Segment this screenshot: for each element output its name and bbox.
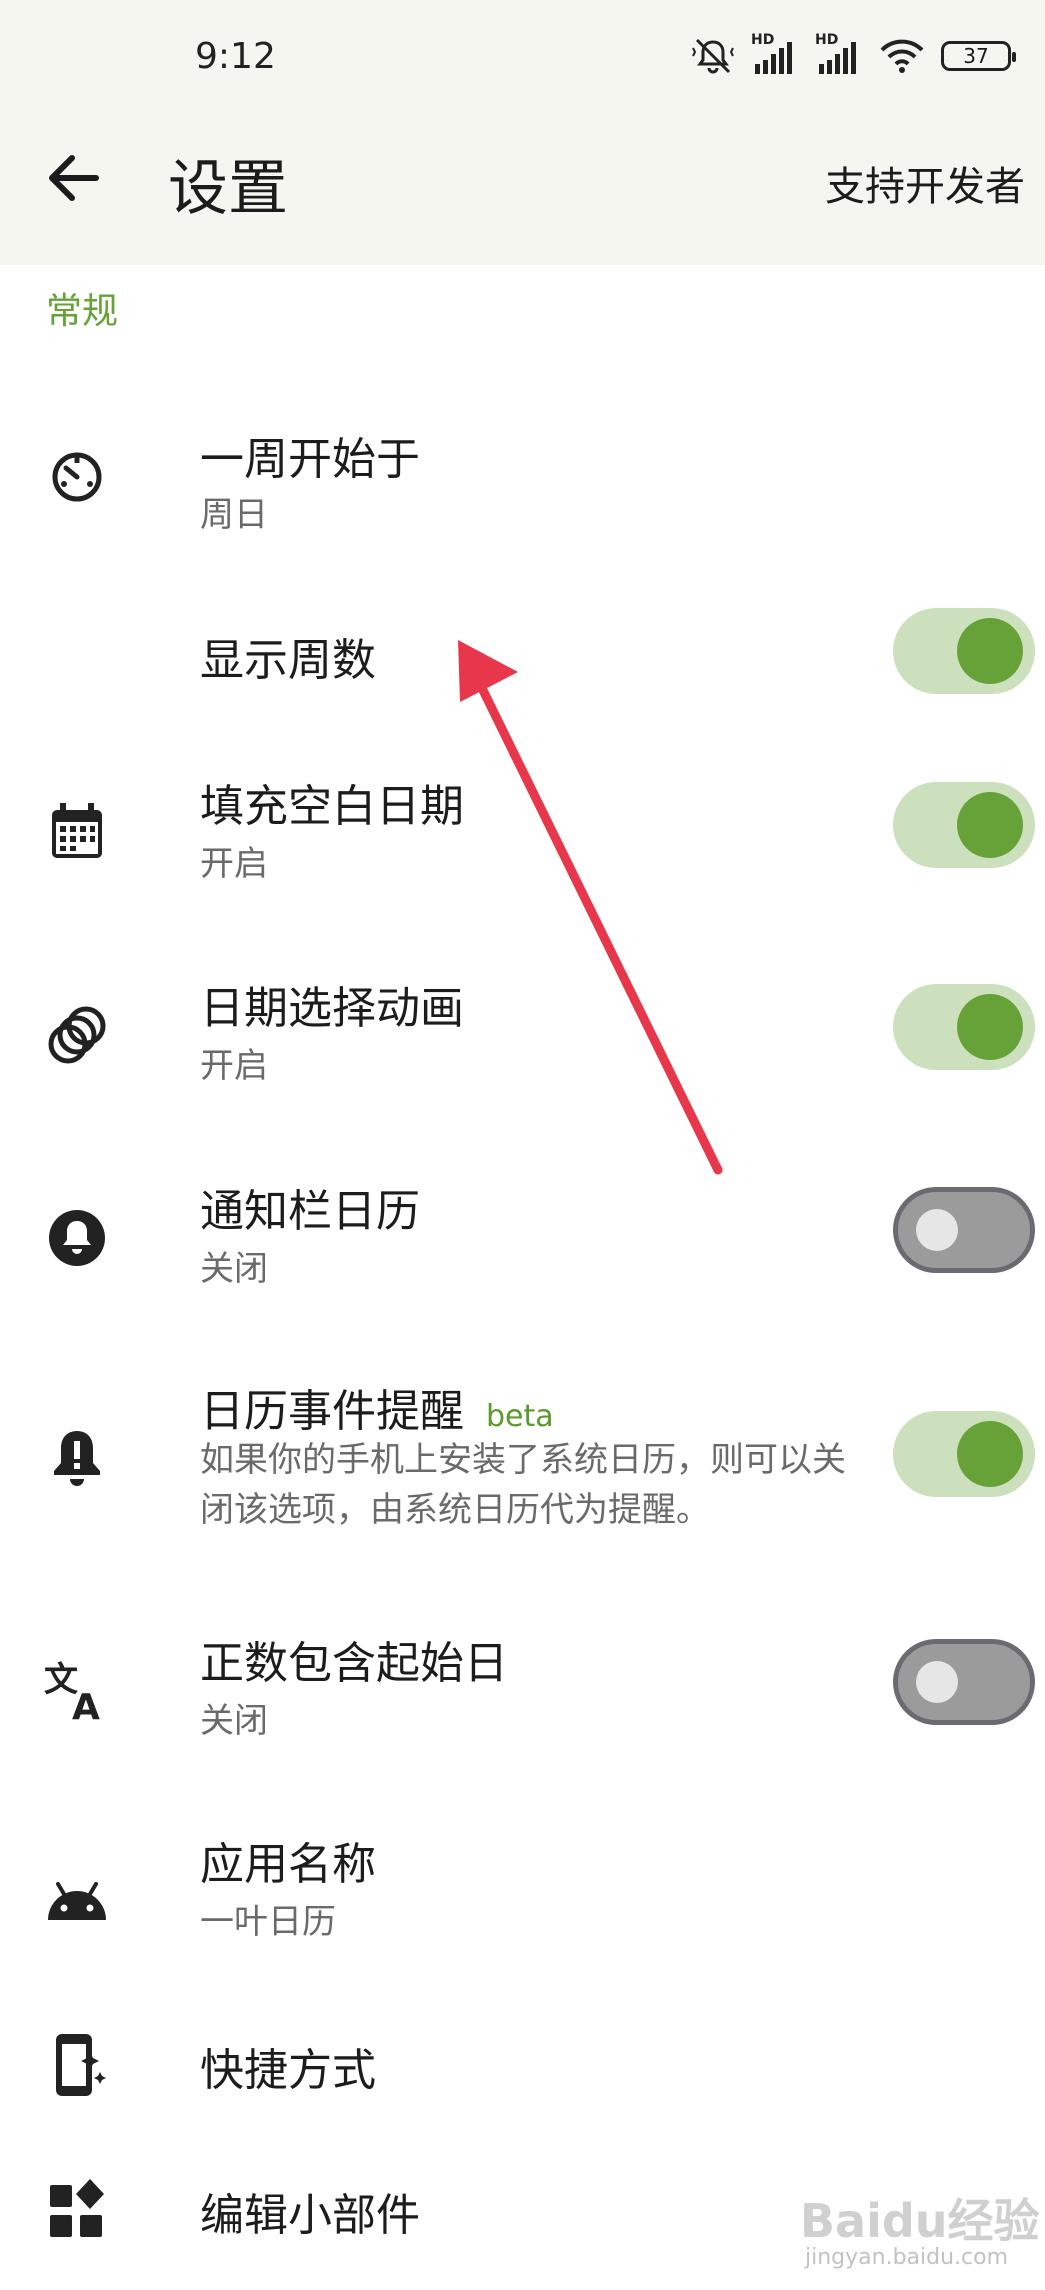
setting-count-include-start[interactable]: 文 A 正数包含起始日 关闭 [0, 1627, 1045, 1767]
setting-value: 关闭 [200, 1701, 268, 1741]
setting-shortcuts[interactable]: 快捷方式 [0, 2030, 1045, 2130]
setting-label: 日历事件提醒 beta [200, 1375, 554, 1439]
switch-knob [957, 994, 1023, 1060]
setting-value: 关闭 [200, 1249, 268, 1289]
toggle-switch[interactable] [893, 1187, 1035, 1273]
setting-event-reminder[interactable]: 日历事件提醒 beta 如果你的手机上安装了系统日历，则可以关闭该选项，由系统日历… [0, 1375, 1045, 1545]
switch-knob [957, 792, 1023, 858]
support-developer-button[interactable]: 支持开发者 [825, 154, 1025, 212]
status-icons: HD HD 37 [691, 32, 1016, 78]
setting-value: 开启 [200, 844, 268, 884]
switch-knob [916, 1661, 958, 1703]
watermark-logo: Baidu经验 [800, 2194, 1040, 2248]
widgets-icon [50, 2179, 104, 2237]
beta-badge: beta [486, 1399, 554, 1434]
switch-knob [916, 1209, 958, 1251]
setting-value: 一叶日历 [200, 1902, 336, 1942]
setting-label: 填充空白日期 [200, 781, 464, 832]
timer-icon [52, 452, 102, 502]
setting-show-week-number[interactable]: 显示周数 [0, 600, 1045, 705]
setting-label: 通知栏日历 [200, 1186, 420, 1237]
setting-app-name[interactable]: 应用名称 一叶日历 [0, 1828, 1045, 1968]
signal-1-icon: HD [751, 32, 799, 76]
toggle-switch[interactable] [893, 782, 1035, 868]
setting-label: 快捷方式 [200, 2045, 376, 2096]
toggle-switch[interactable] [893, 1411, 1035, 1497]
mute-vibrate-icon [692, 38, 734, 74]
setting-label: 日期选择动画 [200, 983, 464, 1034]
translate-icon: 文 A [44, 1660, 100, 1725]
setting-label: 编辑小部件 [200, 2190, 420, 2241]
switch-knob [957, 618, 1023, 684]
wifi-icon [880, 39, 924, 73]
switch-knob [957, 1421, 1023, 1487]
setting-description: 如果你的手机上安装了系统日历，则可以关闭该选项，由系统日历代为提醒。 [200, 1440, 846, 1530]
svg-text:A: A [72, 1687, 100, 1725]
setting-label: 应用名称 [200, 1839, 376, 1890]
battery-indicator: 37 [941, 41, 1016, 71]
app-bar: 9:12 HD HD 37 设置 支持开发者 [0, 0, 1045, 265]
toggle-switch[interactable] [893, 608, 1035, 694]
toggle-switch[interactable] [893, 984, 1035, 1070]
setting-label: 一周开始于 [200, 434, 420, 485]
setting-fill-blank-dates[interactable]: 填充空白日期 开启 [0, 770, 1045, 910]
android-icon [48, 1882, 106, 1920]
setting-notification-calendar[interactable]: 通知栏日历 关闭 [0, 1175, 1045, 1315]
alert-bell-icon [54, 1431, 100, 1486]
toggle-switch[interactable] [893, 1639, 1035, 1725]
back-arrow-icon[interactable] [40, 148, 114, 208]
section-title-general: 常规 [46, 291, 119, 332]
setting-label: 显示周数 [200, 635, 376, 686]
setting-date-select-animation[interactable]: 日期选择动画 开启 [0, 972, 1045, 1112]
status-time: 9:12 [195, 36, 276, 77]
setting-week-start[interactable]: 一周开始于 周日 [0, 395, 1045, 565]
shortcut-icon [56, 2034, 106, 2096]
setting-label-text: 日历事件提醒 [200, 1386, 464, 1437]
calendar-icon [52, 803, 102, 858]
watermark-url: jingyan.baidu.com [805, 2245, 1009, 2270]
setting-value: 周日 [200, 495, 268, 535]
signal-2-icon: HD [815, 32, 863, 76]
setting-label: 正数包含起始日 [200, 1638, 508, 1689]
rings-icon [48, 1006, 106, 1064]
page-title: 设置 [168, 154, 288, 224]
notification-icon [49, 1210, 105, 1266]
setting-value: 开启 [200, 1046, 268, 1086]
